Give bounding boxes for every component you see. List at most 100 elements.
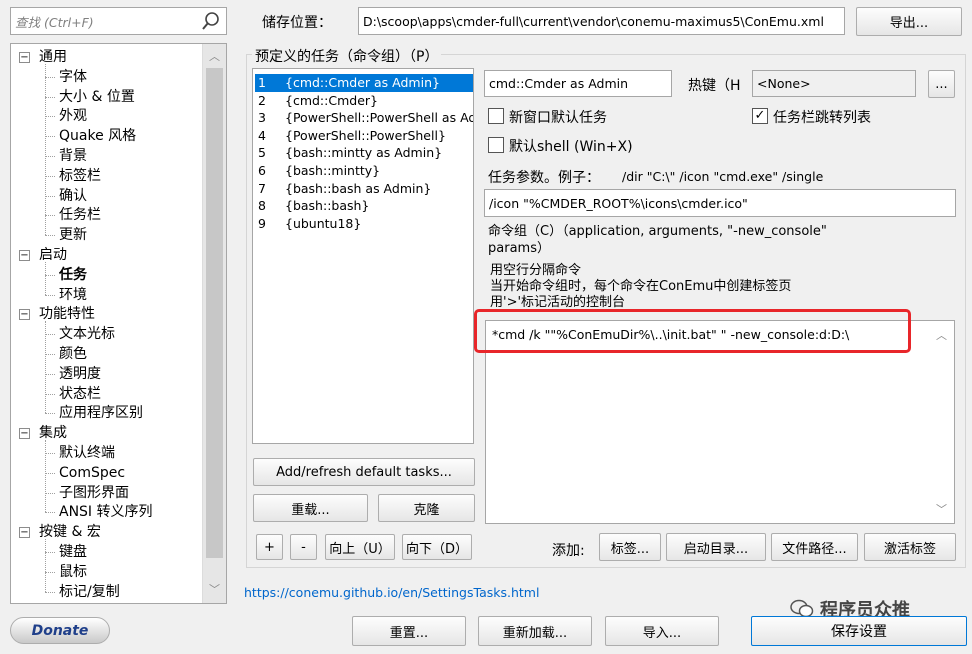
- clone-button[interactable]: 克隆: [378, 494, 475, 522]
- tree-item[interactable]: 外观: [59, 106, 87, 126]
- tree-item[interactable]: 标记/复制: [59, 582, 120, 602]
- tree-item[interactable]: 键盘: [59, 542, 87, 562]
- tree-item[interactable]: 通用: [39, 47, 67, 67]
- settings-tree[interactable]: 通用 − 字体 大小 & 位置 外观 Quake 风格 背景 标签栏 确认 任务栏 更新 启动 − 任务环…: [10, 43, 227, 604]
- task-list-item[interactable]: 1 {cmd::Cmder as Admin}: [255, 74, 473, 92]
- tree-connector: [45, 64, 46, 236]
- tree-item[interactable]: 子图形界面: [59, 483, 129, 503]
- task-list-item[interactable]: 2 {cmd::Cmder}: [255, 92, 473, 110]
- task-number: 2: [258, 92, 266, 108]
- tree-item[interactable]: ANSI 转义序列: [59, 502, 153, 522]
- add-refresh-tasks-button[interactable]: Add/refresh default tasks...: [253, 458, 475, 486]
- save-settings-button[interactable]: 保存设置: [751, 616, 967, 646]
- tree-collapse-icon[interactable]: −: [19, 250, 30, 261]
- tree-item-label: 启动: [39, 247, 67, 263]
- default-shell-checkbox[interactable]: [488, 137, 504, 153]
- tree-item-label: 外观: [59, 108, 87, 125]
- task-number: 9: [258, 215, 266, 231]
- move-up-button[interactable]: 向上（U）: [325, 534, 395, 560]
- tree-item[interactable]: ComSpec: [59, 463, 125, 483]
- reset-button[interactable]: 重置...: [352, 616, 466, 646]
- tree-item[interactable]: 启动: [39, 245, 67, 265]
- hotkey-more-button[interactable]: ...: [928, 70, 955, 98]
- tree-item[interactable]: 默认终端: [59, 443, 115, 463]
- tree-item[interactable]: 状态栏: [59, 384, 101, 404]
- hotkey-field[interactable]: <None>: [752, 70, 916, 97]
- tree-collapse-icon[interactable]: −: [19, 309, 30, 321]
- scroll-up-icon[interactable]: ︿: [209, 48, 220, 64]
- tree-item[interactable]: 环境: [59, 285, 87, 305]
- tree-item[interactable]: 集成: [39, 423, 67, 443]
- tree-item[interactable]: Quake 风格: [59, 126, 136, 146]
- search-icon[interactable]: [201, 11, 221, 34]
- task-name: {PowerShell::PowerShell as Admin}: [285, 110, 473, 126]
- tree-item-label: Quake 风格: [59, 128, 137, 145]
- taskbar-jump-checkbox[interactable]: ✓: [752, 108, 768, 124]
- task-list-item[interactable]: 9 {ubuntu18}: [255, 215, 473, 233]
- search-input[interactable]: 查找 (Ctrl+F): [10, 7, 227, 35]
- tree-item-label: 标签栏: [59, 167, 101, 184]
- tree-item-label: 大小 & 位置: [59, 88, 135, 105]
- tree-item[interactable]: 大小 & 位置: [59, 87, 135, 107]
- tree-connector: [45, 136, 55, 138]
- new-window-checkbox[interactable]: [488, 108, 504, 124]
- remove-task-button[interactable]: -: [290, 534, 317, 560]
- activate-tab-button[interactable]: 激活标签: [864, 533, 956, 561]
- tree-item[interactable]: 任务栏: [59, 205, 101, 225]
- import-button[interactable]: 导入...: [605, 616, 719, 646]
- tree-item[interactable]: 任务: [59, 265, 87, 285]
- task-list-item[interactable]: 5 {bash::mintty as Admin}: [255, 144, 473, 162]
- move-down-button[interactable]: 向下（D）: [402, 534, 472, 560]
- default-shell-label: 默认shell (Win+X): [509, 139, 633, 155]
- tree-connector: [45, 571, 55, 573]
- tree-item-label: 透明度: [59, 365, 101, 382]
- tree-item[interactable]: 透明度: [59, 364, 101, 384]
- scroll-down-icon[interactable]: ﹀: [209, 581, 220, 597]
- tree-connector: [45, 373, 55, 375]
- tree-item[interactable]: 字体: [59, 67, 87, 87]
- tree-item[interactable]: 更新: [59, 225, 87, 245]
- task-list-item[interactable]: 4 {PowerShell::PowerShell}: [255, 127, 473, 145]
- tree-item-label: 环境: [59, 286, 87, 303]
- tree-item[interactable]: 背景: [59, 146, 87, 166]
- tree-item-label: 标记/复制: [59, 583, 120, 600]
- add-tab-button[interactable]: 标签...: [599, 533, 661, 561]
- tree-item-label: ANSI 转义序列: [59, 504, 153, 521]
- add-file-path-button[interactable]: 文件路径...: [771, 533, 858, 561]
- commands-title: 命令组（C）（application, arguments, "-new_con…: [488, 224, 827, 256]
- help-link[interactable]: https://conemu.github.io/en/SettingsTask…: [244, 585, 539, 600]
- tree-connector: [45, 156, 55, 157]
- tree-item[interactable]: 功能特性: [39, 304, 95, 324]
- tree-item[interactable]: 应用程序区别: [59, 403, 143, 423]
- tree-item[interactable]: 按键 & 宏: [39, 522, 101, 542]
- tree-collapse-icon[interactable]: −: [19, 527, 30, 539]
- task-list-item[interactable]: 3 {PowerShell::PowerShell as Admin}: [255, 109, 473, 127]
- task-list-item[interactable]: 7 {bash::bash as Admin}: [255, 180, 473, 198]
- add-task-button[interactable]: +: [256, 534, 283, 560]
- storage-path-field[interactable]: D:\scoop\apps\cmder-full\current\vendor\…: [358, 7, 845, 35]
- textarea-scroll-up-icon[interactable]: ︿: [936, 327, 947, 343]
- reload-all-button[interactable]: 重新加载...: [478, 616, 592, 646]
- task-list-item[interactable]: 8 {bash::bash}: [255, 197, 473, 215]
- reload-button[interactable]: 重载...: [253, 494, 368, 522]
- task-list-item[interactable]: 6 {bash::mintty}: [255, 162, 473, 180]
- donate-button[interactable]: Donate: [10, 617, 110, 644]
- tree-item[interactable]: 确认: [59, 186, 87, 206]
- tree-item[interactable]: 鼠标: [59, 562, 87, 582]
- tree-item-label: 按键 & 宏: [39, 524, 101, 541]
- tree-collapse-icon[interactable]: −: [19, 52, 30, 63]
- tree-scrollbar[interactable]: ︿ ﹀: [202, 44, 226, 603]
- tree-collapse-icon[interactable]: −: [19, 428, 30, 440]
- tree-item-label: 字体: [59, 68, 87, 85]
- tree-item[interactable]: 标签栏: [59, 166, 101, 186]
- tree-item[interactable]: 文本光标: [59, 324, 115, 344]
- tree-item[interactable]: 颜色: [59, 344, 87, 364]
- task-name-field[interactable]: cmd::Cmder as Admin: [484, 70, 672, 97]
- add-start-dir-button[interactable]: 启动目录...: [666, 533, 766, 561]
- scrollbar-thumb[interactable]: [206, 68, 223, 558]
- textarea-scroll-down-icon[interactable]: ﹀: [936, 501, 947, 517]
- task-list[interactable]: 1 {cmd::Cmder as Admin} 2 {cmd::Cmder} 3 {Pow…: [252, 68, 474, 444]
- export-button[interactable]: 导出...: [856, 7, 962, 36]
- task-number: 7: [258, 180, 266, 196]
- task-params-field[interactable]: /icon "%CMDER_ROOT%\icons\cmder.ico": [484, 189, 956, 217]
